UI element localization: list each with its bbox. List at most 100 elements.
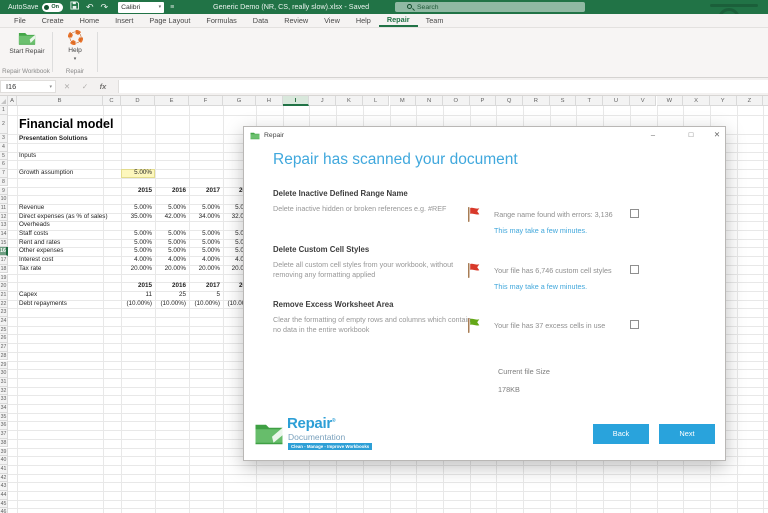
row-header-29[interactable]: 29 [0,361,8,370]
row-header-1[interactable]: 1 [0,106,8,115]
row-header-44[interactable]: 44 [0,491,8,500]
cell-E20[interactable]: 2016 [155,282,186,291]
cell-F18[interactable]: 20.00% [189,265,220,274]
cell-F15[interactable]: 5.00% [189,239,220,248]
cell-B13[interactable]: Overheads [19,221,159,230]
row-header-38[interactable]: 38 [0,439,8,448]
qat-more-icon[interactable]: ≡ [170,4,174,11]
cell-F9[interactable]: 2017 [189,187,220,196]
column-header-K[interactable]: K [336,96,363,106]
row-header-13[interactable]: 13 [0,221,8,230]
cell-E11[interactable]: 5.00% [155,204,186,213]
column-header-V[interactable]: V [630,96,657,106]
row-header-21[interactable]: 21 [0,291,8,300]
cell-F11[interactable]: 5.00% [189,204,220,213]
row-header-22[interactable]: 22 [0,300,8,309]
row-header-37[interactable]: 37 [0,430,8,439]
cell-E9[interactable]: 2016 [155,187,186,196]
row-header-30[interactable]: 30 [0,369,8,378]
row-header-19[interactable]: 19 [0,274,8,283]
cell-E16[interactable]: 5.00% [155,247,186,256]
section-checkbox[interactable] [630,209,639,218]
column-header-Q[interactable]: Q [496,96,523,106]
search-box[interactable] [395,2,585,12]
cell-F12[interactable]: 34.00% [189,213,220,222]
font-name-dropdown[interactable]: Calibri ▾ [118,2,164,13]
column-header-G[interactable]: G [223,96,256,106]
column-header-U[interactable]: U [603,96,630,106]
cell-D12[interactable]: 35.00% [121,213,152,222]
row-header-34[interactable]: 34 [0,404,8,413]
tab-file[interactable]: File [6,14,34,27]
column-header-D[interactable]: D [121,96,155,106]
row-header-5[interactable]: 5 [0,152,8,161]
start-repair-button[interactable]: Start Repair [6,30,48,68]
column-header-S[interactable]: S [550,96,577,106]
section-checkbox[interactable] [630,320,639,329]
insert-function-icon[interactable]: fx [96,80,110,93]
tab-create[interactable]: Create [34,14,72,27]
tab-insert[interactable]: Insert [107,14,141,27]
column-header-I[interactable]: I [283,96,310,106]
row-header-16[interactable]: 16 [0,247,8,256]
cell-F17[interactable]: 4.00% [189,256,220,265]
column-header-C[interactable]: C [103,96,121,106]
cell-E15[interactable]: 5.00% [155,239,186,248]
cell-B2[interactable]: Financial model [19,115,159,134]
row-header-45[interactable]: 45 [0,500,8,509]
close-icon[interactable]: ✕ [706,127,728,143]
cell-D7[interactable]: 5.00% [121,169,152,178]
cell-D15[interactable]: 5.00% [121,239,152,248]
redo-icon[interactable]: ↷ [101,0,109,14]
row-header-14[interactable]: 14 [0,230,8,239]
row-header-12[interactable]: 12 [0,213,8,222]
cell-D17[interactable]: 4.00% [121,256,152,265]
search-input[interactable] [417,4,567,11]
column-header-P[interactable]: P [470,96,497,106]
tab-formulas[interactable]: Formulas [198,14,244,27]
row-header-32[interactable]: 32 [0,387,8,396]
column-header-W[interactable]: W [657,96,684,106]
cell-D21[interactable]: 11 [121,291,152,300]
cell-D18[interactable]: 20.00% [121,265,152,274]
row-header-43[interactable]: 43 [0,482,8,491]
cell-F14[interactable]: 5.00% [189,230,220,239]
cell-F16[interactable]: 5.00% [189,247,220,256]
row-header-39[interactable]: 39 [0,448,8,457]
row-header-6[interactable]: 6 [0,160,8,169]
tab-review[interactable]: Review [276,14,316,27]
column-header-M[interactable]: M [390,96,417,106]
minimize-icon[interactable]: – [642,127,664,143]
cancel-entry-icon[interactable]: ✕ [60,80,74,93]
row-header-46[interactable]: 46 [0,508,8,513]
column-header-Y[interactable]: Y [710,96,737,106]
help-button[interactable]: Help ▾ [58,30,92,68]
row-header-10[interactable]: 10 [0,195,8,204]
name-box[interactable]: I16 ▾ [0,80,56,93]
cell-F20[interactable]: 2017 [189,282,220,291]
cell-D9[interactable]: 2015 [121,187,152,196]
cell-F21[interactable]: 5 [189,291,220,300]
confirm-entry-icon[interactable]: ✓ [78,80,92,93]
column-header-Z[interactable]: Z [737,96,764,106]
cell-E12[interactable]: 42.00% [155,213,186,222]
column-header-J[interactable]: J [309,96,336,106]
cell-D22[interactable]: (10.00%) [121,300,152,309]
column-header-L[interactable]: L [363,96,390,106]
row-header-17[interactable]: 17 [0,256,8,265]
tab-repair[interactable]: Repair [379,14,418,27]
cell-B3[interactable]: Presentation Solutions [19,134,159,143]
row-header-26[interactable]: 26 [0,334,8,343]
undo-icon[interactable]: ↶ [86,0,94,14]
row-header-31[interactable]: 31 [0,378,8,387]
maximize-icon[interactable]: □ [680,127,702,143]
cell-E21[interactable]: 25 [155,291,186,300]
column-header-X[interactable]: X [683,96,710,106]
back-button[interactable]: Back [593,424,649,444]
row-header-20[interactable]: 20 [0,282,8,291]
tab-data[interactable]: Data [245,14,276,27]
save-icon[interactable] [70,0,79,14]
cell-E18[interactable]: 20.00% [155,265,186,274]
column-header-O[interactable]: O [443,96,470,106]
column-header-R[interactable]: R [523,96,550,106]
